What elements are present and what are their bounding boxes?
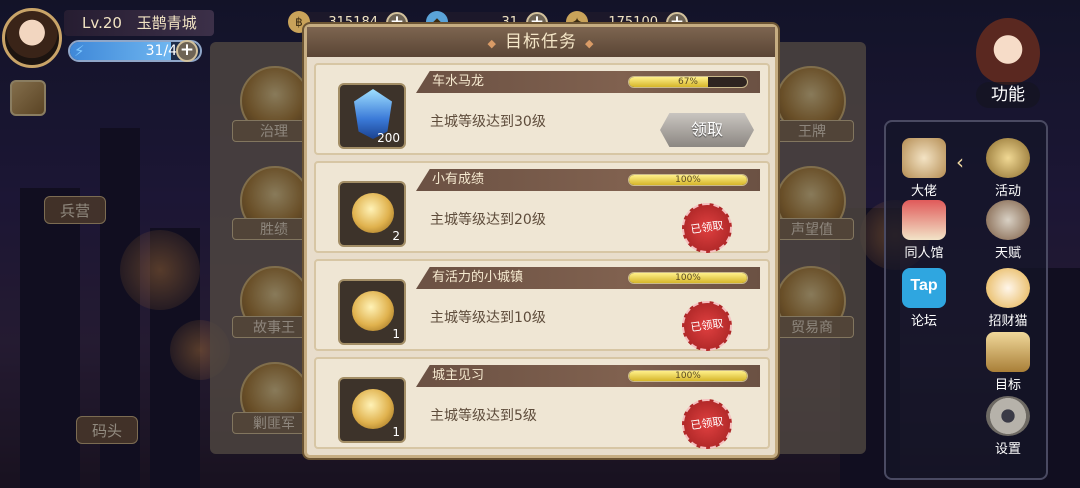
function-girl-icon [976, 18, 1040, 88]
goal-task-modal: ◆ 目标任务 ◆ 200 车水马龙 67% 主城等级达到30级 领取 2 小有成… [304, 24, 778, 458]
talent-icon [986, 200, 1030, 240]
gold-coin-icon [352, 193, 394, 233]
modal-title-bar: ◆ 目标任务 ◆ [307, 27, 775, 57]
chevron-left-icon[interactable]: ‹ [956, 150, 964, 174]
lucky-cat-button[interactable]: 招财猫 [978, 268, 1038, 329]
reward-slot[interactable]: 2 [338, 181, 406, 247]
gold-coin-icon [352, 291, 394, 331]
reward-slot[interactable]: 200 [338, 83, 406, 149]
task-progress-text: 100% [675, 175, 701, 185]
settings-gear-icon [986, 396, 1030, 436]
function-toggle[interactable]: 功能 [968, 18, 1048, 110]
goal-icon [986, 332, 1030, 372]
boss-icon [902, 138, 946, 178]
lucky-cat-icon [986, 268, 1030, 308]
task-progress-bar: 100% [628, 370, 748, 382]
reward-count: 1 [392, 327, 400, 341]
boss-label: 大佬 [910, 184, 937, 199]
goal-button[interactable]: 目标 [978, 332, 1038, 393]
claimed-stamp: 已领取 [678, 297, 736, 355]
task-card: 1 城主见习 100% 主城等级达到5级 已领取 [314, 357, 770, 453]
task-card: 1 有活力的小城镇 100% 主城等级达到10级 已领取 [314, 259, 770, 355]
task-progress-bar: 100% [628, 272, 748, 284]
settings-label: 设置 [994, 442, 1021, 457]
diamond-icon: ◆ [487, 37, 497, 50]
task-progress-bar: 100% [628, 174, 748, 186]
task-name: 小有成绩 [432, 172, 485, 187]
task-card: 2 小有成绩 100% 主城等级达到20级 已领取 [314, 161, 770, 257]
task-name: 有活力的小城镇 [432, 270, 524, 285]
claim-button[interactable]: 领取 [660, 113, 754, 147]
player-level: Lv.20 [82, 14, 122, 32]
forum-label: 论坛 [910, 314, 937, 329]
task-description: 主城等级达到20级 [430, 212, 546, 228]
event-label: 活动 [994, 184, 1021, 199]
reward-count: 200 [377, 131, 400, 145]
reward-count: 2 [392, 229, 400, 243]
event-icon [986, 138, 1030, 178]
function-label: 功能 [976, 82, 1040, 108]
task-description: 主城等级达到10级 [430, 310, 546, 326]
task-progress-text: 100% [675, 371, 701, 381]
task-progress-bar: 67% [628, 76, 748, 88]
settings-button[interactable]: 设置 [978, 396, 1038, 457]
modal-title: 目标任务 [505, 32, 577, 52]
task-card: 200 车水马龙 67% 主城等级达到30级 领取 [314, 63, 770, 155]
player-avatar[interactable] [2, 8, 62, 68]
boss-button[interactable]: 大佬 [894, 138, 954, 199]
task-progress-text: 100% [675, 273, 701, 283]
fan-hall-icon [902, 200, 946, 240]
reward-count: 1 [392, 425, 400, 439]
player-name: 玉鹊青城 [136, 14, 197, 32]
reward-slot[interactable]: 1 [338, 377, 406, 443]
forum-button[interactable]: Tap 论坛 [894, 268, 954, 329]
task-description: 主城等级达到30级 [430, 114, 546, 130]
talent-label: 天赋 [994, 246, 1021, 261]
task-name: 城主见习 [432, 368, 485, 383]
reward-slot[interactable]: 1 [338, 279, 406, 345]
task-progress-text: 67% [677, 77, 698, 87]
diamond-icon: ◆ [585, 37, 595, 50]
goal-label: 目标 [994, 378, 1021, 393]
gold-coin-icon [352, 389, 394, 429]
player-info: Lv.20 玉鹊青城 [64, 10, 214, 36]
fan-hall-label: 同人馆 [904, 246, 944, 261]
talent-button[interactable]: 天赋 [978, 200, 1038, 261]
task-description: 主城等级达到5级 [430, 408, 537, 424]
fan-hall-button[interactable]: 同人馆 [894, 200, 954, 261]
task-list[interactable]: 200 车水马龙 67% 主城等级达到30级 领取 2 小有成绩 100% 主城 [314, 63, 770, 455]
claimed-stamp: 已领取 [678, 395, 736, 453]
claimed-stamp: 已领取 [678, 199, 736, 257]
task-name: 车水马龙 [432, 74, 485, 89]
function-panel: 大佬 ‹ 活动 同人馆 天赋 Tap 论坛 招财猫 目标 设置 [884, 120, 1048, 480]
tap-forum-icon: Tap [902, 268, 946, 308]
add-energy-button[interactable]: + [176, 40, 198, 62]
event-button[interactable]: 活动 [978, 138, 1038, 199]
energy-bolt-icon: ⚡ [74, 42, 85, 60]
lucky-cat-label: 招财猫 [988, 314, 1028, 329]
